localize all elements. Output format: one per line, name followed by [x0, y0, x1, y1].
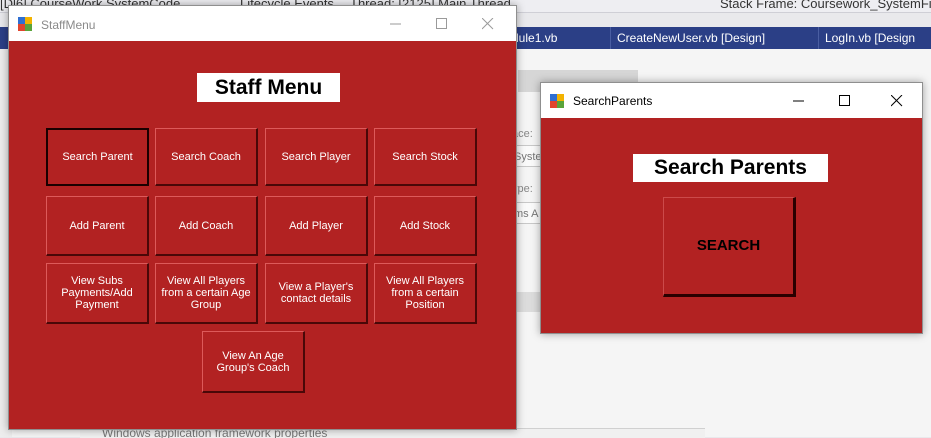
staff-menu-window: StaffMenu Staff Menu Search Parent Searc…: [8, 5, 517, 430]
view-subs-payments-button[interactable]: View Subs Payments/Add Payment: [46, 263, 149, 324]
search-button[interactable]: SEARCH: [663, 197, 796, 297]
minimize-icon: [793, 100, 804, 102]
view-age-group-coach-button[interactable]: View An Age Group's Coach: [202, 331, 305, 393]
minimize-button[interactable]: [776, 83, 822, 118]
tab-login[interactable]: LogIn.vb [Design: [818, 27, 931, 49]
tab-module1[interactable]: dule1.vb: [506, 27, 606, 49]
search-parents-heading: Search Parents: [633, 154, 828, 182]
tab-create-new-user[interactable]: CreateNewUser.vb [Design]: [610, 27, 817, 49]
close-button[interactable]: [874, 83, 920, 118]
app-form-icon: [18, 17, 32, 31]
view-players-by-position-button[interactable]: View All Players from a certain Position: [374, 263, 477, 324]
ide-stack-frame: Stack Frame: Coursework_SystemFin: [720, 0, 931, 11]
maximize-icon: [839, 95, 850, 106]
search-stock-button[interactable]: Search Stock: [374, 128, 477, 186]
close-icon: [891, 95, 903, 107]
maximize-button[interactable]: [822, 83, 868, 118]
close-icon: [482, 18, 494, 30]
search-coach-button[interactable]: Search Coach: [155, 128, 258, 186]
search-player-button[interactable]: Search Player: [265, 128, 368, 186]
view-player-contact-button[interactable]: View a Player's contact details: [265, 263, 368, 324]
maximize-button[interactable]: [419, 6, 465, 41]
app-form-icon: [550, 94, 564, 108]
add-parent-button[interactable]: Add Parent: [46, 196, 149, 256]
add-stock-button[interactable]: Add Stock: [374, 196, 477, 256]
maximize-icon: [436, 18, 447, 29]
add-player-button[interactable]: Add Player: [265, 196, 368, 256]
close-button[interactable]: [465, 6, 511, 41]
staff-menu-heading: Staff Menu: [197, 73, 340, 102]
staff-menu-titlebar[interactable]: StaffMenu: [9, 6, 516, 41]
minimize-icon: [390, 23, 401, 25]
add-coach-button[interactable]: Add Coach: [155, 196, 258, 256]
view-players-by-age-group-button[interactable]: View All Players from a certain Age Grou…: [155, 263, 258, 324]
minimize-button[interactable]: [373, 6, 419, 41]
search-parent-button[interactable]: Search Parent: [46, 128, 149, 186]
search-parents-title: SearchParents: [573, 94, 653, 108]
staff-menu-title: StaffMenu: [41, 18, 96, 32]
search-parents-window: SearchParents Search Parents SEARCH: [540, 82, 923, 334]
search-parents-titlebar[interactable]: SearchParents: [541, 83, 922, 118]
